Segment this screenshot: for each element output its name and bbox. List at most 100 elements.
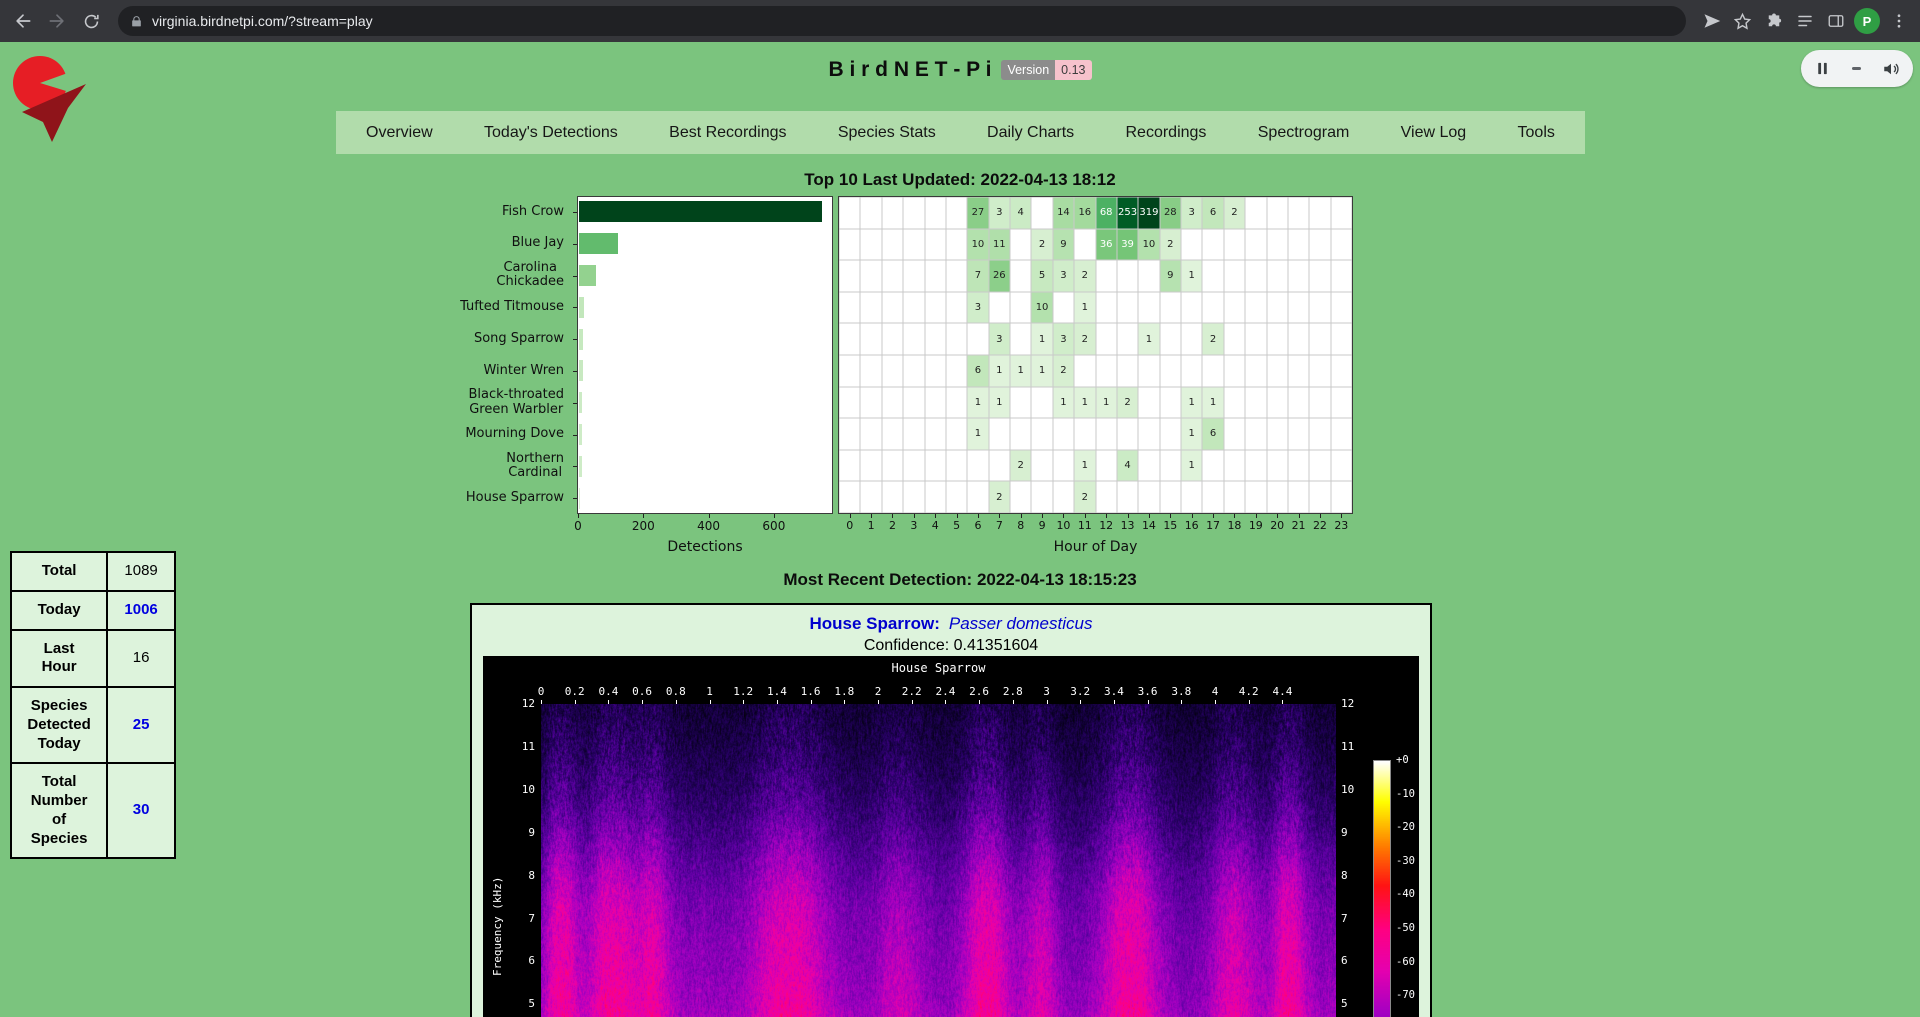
stat-value-last-hour: 16 — [107, 630, 175, 688]
pause-icon[interactable] — [1814, 60, 1831, 77]
nav-item-daily-charts[interactable]: Daily Charts — [987, 124, 1074, 142]
spec-x-tick — [676, 700, 677, 704]
detections-bar-mourning-dove — [579, 424, 582, 445]
heatmap-cell — [1053, 292, 1074, 324]
hour-tick-label: 2 — [889, 519, 896, 532]
heatmap-cell — [1224, 355, 1245, 387]
spec-x-tick — [710, 700, 711, 704]
nav-item-overview[interactable]: Overview — [366, 124, 433, 142]
heatmap-cell — [860, 387, 881, 419]
send-icon[interactable] — [1696, 4, 1727, 38]
detections-bar-blue-jay — [579, 233, 618, 254]
heatmap-cell: 3 — [967, 292, 988, 324]
stat-value-total-number-of-species[interactable]: 30 — [107, 763, 175, 858]
heatmap-axes: 2734141668253319283621011293639102726532… — [838, 196, 1353, 514]
spec-y-tick-label-left: 10 — [509, 783, 535, 796]
heat-x-tick — [957, 514, 958, 518]
heatmap-cell — [1331, 481, 1352, 513]
stat-value-species-detected-today[interactable]: 25 — [107, 687, 175, 763]
extensions-icon[interactable] — [1758, 4, 1789, 38]
nav-item-spectrogram[interactable]: Spectrogram — [1258, 124, 1350, 142]
heatmap-cell — [882, 292, 903, 324]
heatmap-cell: 1 — [1181, 418, 1202, 450]
heatmap-cell — [1267, 323, 1288, 355]
heatmap-cell — [1288, 260, 1309, 292]
heat-x-tick — [1299, 514, 1300, 518]
heatmap-cell — [1267, 481, 1288, 513]
heatmap-cell — [860, 418, 881, 450]
side-panel-icon[interactable] — [1820, 4, 1851, 38]
page-title: B i r d N E T - P i — [828, 58, 991, 82]
address-bar[interactable]: virginia.birdnetpi.com/?stream=play — [118, 6, 1686, 36]
species-label-northern-cardinal: Northern Cardinal — [403, 450, 571, 482]
spectrogram[interactable]: House Sparrow Frequency (kHz) 00.20.40.6… — [483, 656, 1419, 1017]
heatmap-cell — [1245, 292, 1266, 324]
hour-tick-label: 19 — [1249, 519, 1263, 532]
heatmap-cell — [1138, 355, 1159, 387]
heatmap-cell: 11 — [989, 229, 1010, 261]
detection-common-name[interactable]: House Sparrow: — [810, 614, 940, 633]
heatmap-cell: 1 — [967, 418, 988, 450]
heatmap-cell: 28 — [1160, 197, 1181, 229]
heatmap-cell — [1245, 450, 1266, 482]
heatmap-cell: 9 — [1053, 229, 1074, 261]
spec-y-tick-label-left: 12 — [509, 697, 535, 710]
reload-icon[interactable] — [74, 4, 108, 38]
spec-y-tick-label-left: 6 — [509, 954, 535, 967]
nav-bar: Overview Today's Detections Best Recording… — [336, 111, 1585, 154]
audio-player[interactable] — [1801, 50, 1913, 87]
heatmap-cell: 14 — [1053, 197, 1074, 229]
heatmap-cell — [1245, 260, 1266, 292]
colorbar-tick-label: -10 — [1396, 788, 1415, 800]
heatmap-cell: 1 — [989, 387, 1010, 419]
heatmap-cell — [989, 418, 1010, 450]
heatmap-cell — [1267, 450, 1288, 482]
back-icon[interactable] — [6, 4, 40, 38]
heatmap-cell — [967, 481, 988, 513]
hour-tick-label: 21 — [1292, 519, 1306, 532]
birdnet-pi-logo — [10, 50, 98, 142]
heatmap-cell — [1096, 260, 1117, 292]
spec-y-tick-label-right: 9 — [1341, 826, 1348, 839]
speaker-icon[interactable] — [1882, 60, 1900, 78]
heatmap-cell — [860, 197, 881, 229]
hour-tick-label: 5 — [953, 519, 960, 532]
nav-item-tools[interactable]: Tools — [1518, 124, 1555, 142]
profile-avatar[interactable]: P — [1854, 8, 1880, 34]
heat-x-tick — [850, 514, 851, 518]
spectrogram-canvas — [541, 704, 1336, 1017]
spec-x-tick — [541, 700, 542, 704]
bookmark-star-icon[interactable] — [1727, 4, 1758, 38]
heatmap-cell — [1010, 260, 1031, 292]
heatmap-cell — [839, 387, 860, 419]
heatmap-cell — [1031, 481, 1052, 513]
heatmap-cell — [839, 260, 860, 292]
nav-item-view-log[interactable]: View Log — [1401, 124, 1467, 142]
volume-slider[interactable] — [1852, 67, 1861, 70]
heatmap-cell: 1 — [1031, 355, 1052, 387]
forward-icon[interactable] — [40, 4, 74, 38]
browser-menu-icon[interactable] — [1883, 4, 1914, 38]
reading-list-icon[interactable] — [1789, 4, 1820, 38]
nav-item-today-s-detections[interactable]: Today's Detections — [484, 124, 618, 142]
nav-item-species-stats[interactable]: Species Stats — [838, 124, 936, 142]
species-label-song-sparrow: Song Sparrow — [403, 323, 571, 355]
heatmap-cell — [946, 355, 967, 387]
recent-detection-card: House Sparrow:Passer domesticus Confiden… — [470, 603, 1432, 1017]
heatmap-cell — [1309, 229, 1330, 261]
stat-value-today[interactable]: 1006 — [107, 591, 175, 630]
nav-item-recordings[interactable]: Recordings — [1125, 124, 1206, 142]
spec-x-tick-label: 2 — [875, 685, 882, 698]
heatmap-cell — [1160, 450, 1181, 482]
nav-item-best-recordings[interactable]: Best Recordings — [669, 124, 786, 142]
y-tick-mark — [573, 435, 577, 436]
heatmap-cell — [1309, 387, 1330, 419]
spec-x-tick — [642, 700, 643, 704]
spec-x-tick — [945, 700, 946, 704]
stat-label-species-detected-today: Species Detected Today — [11, 687, 107, 763]
heatmap-cell: 1 — [1031, 323, 1052, 355]
heatmap-cell — [1331, 355, 1352, 387]
bar-x-tick-label: 200 — [632, 519, 655, 533]
page: virginia.birdnetpi.com/?stream=play P — [0, 0, 1920, 1017]
heatmap-cell — [882, 197, 903, 229]
